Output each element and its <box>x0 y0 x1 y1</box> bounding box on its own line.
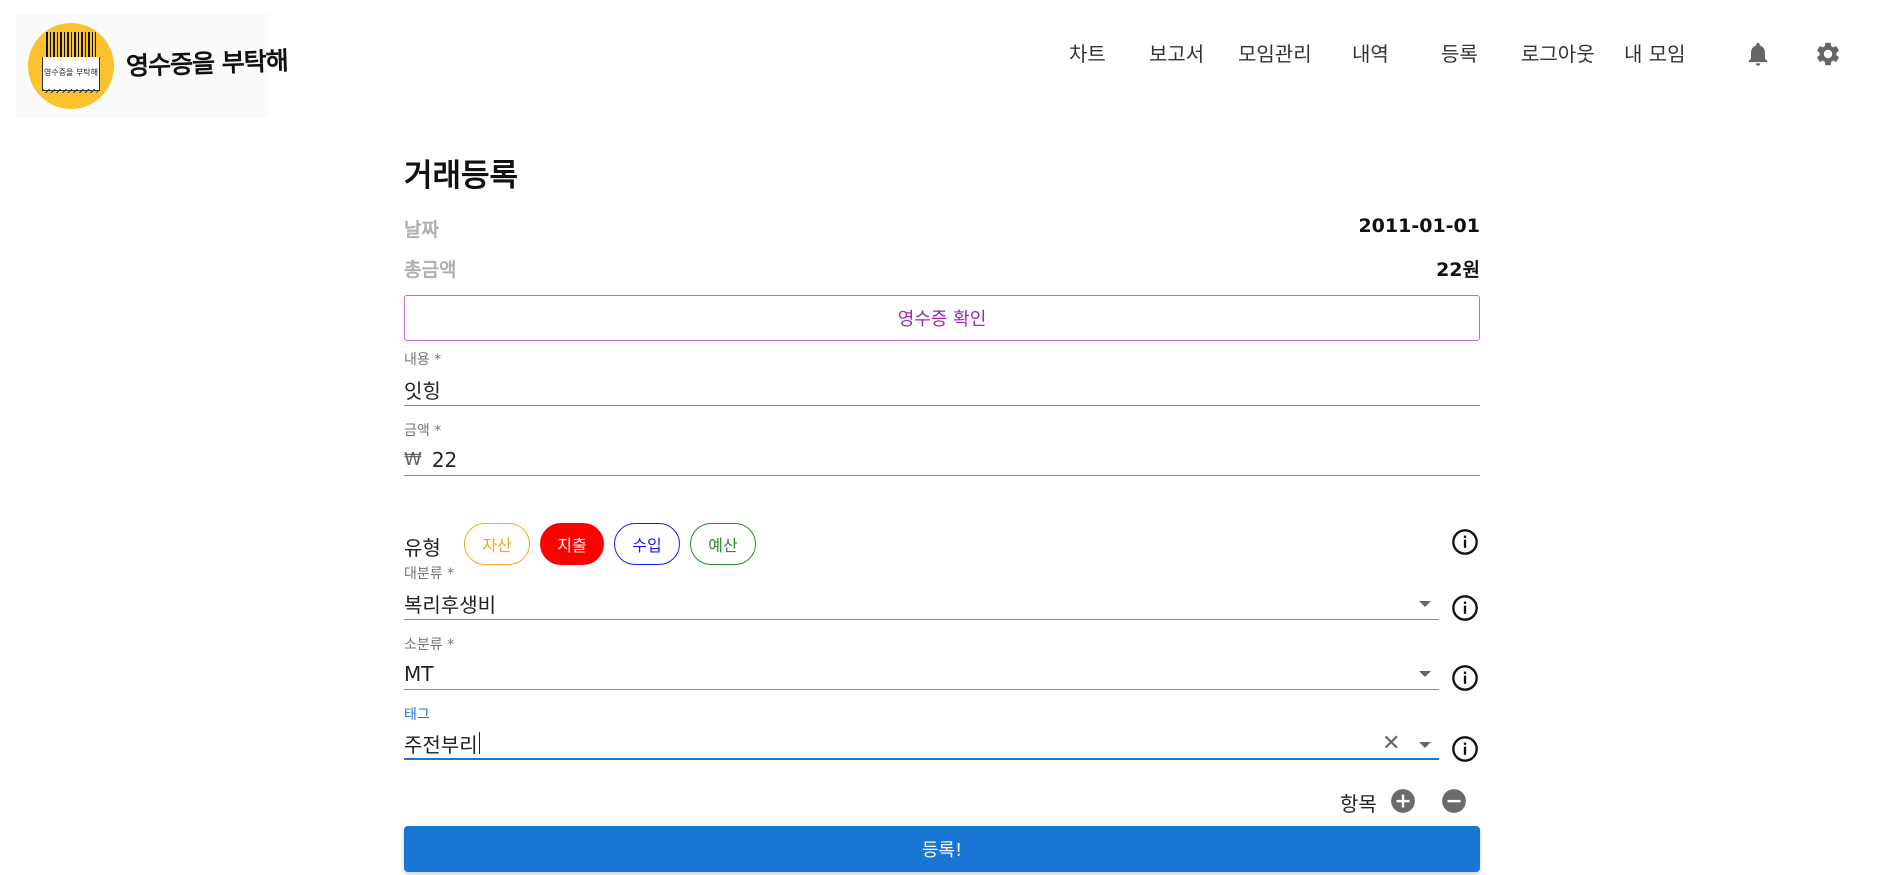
bell-icon[interactable] <box>1744 40 1772 68</box>
receipt-icon: 영수증을 부탁해 <box>42 57 100 93</box>
date-label: 날짜 <box>404 219 439 241</box>
major-category-chevron-down-icon[interactable] <box>1419 601 1431 607</box>
tag-chevron-down-icon[interactable] <box>1419 742 1431 748</box>
major-category-select[interactable]: 복리후생비 <box>404 588 1439 620</box>
currency-symbol: ₩ <box>404 449 422 470</box>
logo-emblem: 영수증을 부탁해 <box>28 23 114 109</box>
remove-item-icon[interactable] <box>1441 788 1467 814</box>
major-category-info-icon[interactable] <box>1451 594 1479 622</box>
type-info-icon[interactable] <box>1451 528 1479 556</box>
nav-register[interactable]: 등록 <box>1441 38 1478 67</box>
page-title: 거래등록 <box>404 158 519 194</box>
minor-category-label: 소분류 * <box>404 637 455 653</box>
tag-input[interactable]: 주전부리 <box>404 728 1439 760</box>
items-label: 항목 <box>1340 792 1377 816</box>
total-label: 총금액 <box>404 259 457 281</box>
brand-name: 영수증을 부탁해 <box>125 46 289 81</box>
amount-value: 22 <box>431 447 458 472</box>
barcode-icon <box>46 32 96 58</box>
nav-report[interactable]: 보고서 <box>1149 38 1204 67</box>
nav-group-manage[interactable]: 모임관리 <box>1238 38 1312 67</box>
tag-clear-icon[interactable]: ✕ <box>1382 733 1400 755</box>
amount-field[interactable]: ₩ 22 <box>404 444 1480 476</box>
content-field[interactable]: 잇힝 <box>404 374 1480 406</box>
content-label: 내용 * <box>404 352 442 368</box>
type-label: 유형 <box>404 536 441 560</box>
major-category-label: 대분류 * <box>404 566 455 582</box>
major-category-value: 복리후생비 <box>404 593 496 617</box>
total-value: 22원 <box>1436 259 1480 281</box>
tag-info-icon[interactable] <box>1451 735 1479 763</box>
minor-category-select[interactable]: MT <box>404 658 1439 690</box>
chip-income[interactable]: 수입 <box>614 523 680 565</box>
nav-history[interactable]: 내역 <box>1352 38 1389 67</box>
receipt-check-button[interactable]: 영수증 확인 <box>404 295 1480 341</box>
chip-asset[interactable]: 자산 <box>464 523 530 565</box>
add-item-icon[interactable] <box>1390 788 1416 814</box>
submit-button[interactable]: 등록! <box>404 826 1480 872</box>
minor-category-chevron-down-icon[interactable] <box>1419 671 1431 677</box>
chip-expense[interactable]: 지출 <box>540 523 604 565</box>
amount-label: 금액 * <box>404 423 442 439</box>
logo[interactable]: 영수증을 부탁해 영수증을 부탁해 <box>16 14 288 118</box>
tag-value: 주전부리 <box>404 732 478 757</box>
receipt-text: 영수증을 부탁해 <box>43 68 99 77</box>
content-value: 잇힝 <box>404 379 441 403</box>
receipt-zigzag <box>43 89 99 93</box>
nav-logout[interactable]: 로그아웃 <box>1521 38 1595 67</box>
gear-icon[interactable] <box>1814 40 1842 68</box>
tag-label: 태그 <box>404 707 430 723</box>
nav-chart[interactable]: 차트 <box>1069 38 1106 67</box>
minor-category-info-icon[interactable] <box>1451 664 1479 692</box>
nav-my-group[interactable]: 내 모임 <box>1624 38 1686 67</box>
minor-category-value: MT <box>404 661 434 686</box>
text-caret <box>478 732 480 754</box>
date-value: 2011-01-01 <box>1358 215 1480 237</box>
chip-budget[interactable]: 예산 <box>690 523 756 565</box>
